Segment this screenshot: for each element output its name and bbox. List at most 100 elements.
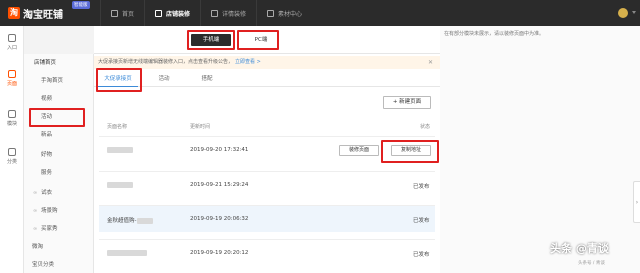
top-nav-material-center[interactable]: 素材中心 <box>256 0 312 26</box>
side-menu-item-mobile-home[interactable]: 手淘首页 <box>24 74 94 89</box>
mobile-device-tab[interactable]: 手机端 <box>191 34 231 46</box>
page-icon <box>8 70 16 78</box>
table-row[interactable]: 2019-09-20 17:32:41 装修页面 复制地址 <box>99 136 435 163</box>
taobao-logo-icon: 淘 <box>8 7 20 19</box>
shop-icon <box>155 9 163 17</box>
rail-label: 页面 <box>6 81 17 87</box>
side-menu-label: 微淘 <box>32 244 44 250</box>
side-menu-baby-category[interactable]: 宝贝分类 <box>24 258 94 273</box>
rail-item-page[interactable]: 页面 <box>0 66 24 94</box>
column-header-time: 更新时间 <box>190 124 211 130</box>
left-rail: 入口 页面 模块 分类 <box>0 26 24 273</box>
category-icon <box>8 148 16 156</box>
row-status: 已发布 <box>413 184 430 190</box>
rail-label: 分类 <box>6 159 17 165</box>
notice-bar: 大促承接页新增无线端编辑器装修入口，点击查看升级公告， 立即查看 > ✕ <box>94 56 440 69</box>
rail-item-module[interactable]: 模块 <box>0 106 24 134</box>
table-row[interactable]: 2019-09-19 20:20:12 已发布 <box>99 239 435 266</box>
row-status: 已发布 <box>413 218 430 224</box>
person-icon <box>8 34 16 42</box>
side-menu-label: 服务 <box>41 170 53 176</box>
redacted-name <box>107 147 133 153</box>
notice-link[interactable]: 立即查看 > <box>235 59 261 65</box>
top-nav: 首页 店铺装修 详情装修 素材中心 <box>100 0 312 26</box>
logo[interactable]: 淘 淘宝旺铺 <box>8 6 63 21</box>
row-time: 2019-09-21 15:29:24 <box>190 182 249 188</box>
edit-page-button[interactable]: 装修页面 <box>339 145 379 156</box>
side-menu-weitao[interactable]: 微淘 <box>24 240 94 255</box>
page-tabs: 大促承接页 活动 搭配 <box>94 71 440 87</box>
rail-label: 模块 <box>6 121 17 127</box>
redacted-name <box>136 217 153 224</box>
row-name: 金秋超值购- <box>107 216 153 224</box>
side-menu-item-activity[interactable]: 活动 <box>24 110 94 125</box>
side-menu-group-scene[interactable]: ∞ 场景购 <box>24 204 94 219</box>
notice-text: 大促承接页新增无线端编辑器装修入口，点击查看升级公告， <box>98 59 234 65</box>
top-nav-shop-decoration[interactable]: 店铺装修 <box>144 0 200 26</box>
material-icon <box>267 9 275 17</box>
table-row[interactable]: 金秋超值购- 2019-09-19 20:06:32 已发布 <box>99 205 435 232</box>
column-header-name: 页面名称 <box>107 124 128 130</box>
column-header-status: 状态 <box>420 124 431 130</box>
new-page-button[interactable]: + 新建页面 <box>383 96 431 109</box>
side-menu-label: 买家秀 <box>41 226 58 232</box>
preview-note: 在有部分模块未展示，请以装修页面中为准。 <box>444 31 545 37</box>
side-menu-label: 活动 <box>41 114 53 120</box>
chevron-down-icon[interactable] <box>632 11 636 14</box>
module-icon <box>8 110 16 118</box>
home-icon <box>111 9 118 17</box>
top-nav-home[interactable]: 首页 <box>100 0 144 26</box>
redacted-name <box>107 182 133 188</box>
link-icon: ∞ <box>33 226 38 232</box>
top-nav-label: 详情装修 <box>222 10 247 18</box>
main-content: 大促承接页新增无线端编辑器装修入口，点击查看升级公告， 立即查看 > ✕ 大促承接… <box>94 54 440 273</box>
row-status: 已发布 <box>413 252 430 258</box>
side-menu-item-goods[interactable]: 好物 <box>24 148 94 163</box>
redacted-name <box>107 250 147 256</box>
rail-item-category[interactable]: 分类 <box>0 144 24 172</box>
tab-bundle[interactable]: 搭配 <box>195 71 219 87</box>
table-header: 页面名称 更新时间 状态 <box>94 120 440 132</box>
avatar[interactable] <box>618 8 628 18</box>
row-name <box>107 147 133 154</box>
row-time: 2019-09-20 17:32:41 <box>190 147 249 153</box>
device-switch-bar: 手机端 PC端 <box>94 26 440 54</box>
side-menu-item-video[interactable]: 视频 <box>24 92 94 107</box>
side-menu-label: 试衣 <box>41 190 53 196</box>
row-name <box>107 182 133 189</box>
side-menu-item-service[interactable]: 服务 <box>24 166 94 181</box>
pc-device-tab[interactable]: PC端 <box>247 34 275 46</box>
row-name <box>107 250 147 257</box>
link-icon: ∞ <box>33 208 38 214</box>
side-menu-item-new[interactable]: 新品 <box>24 128 94 143</box>
watermark: 头条 @青谈 <box>550 242 609 255</box>
row-time: 2019-09-19 20:06:32 <box>190 216 249 222</box>
side-menu-label: 好物 <box>41 152 53 158</box>
side-menu-label: 店铺首页 <box>34 60 57 66</box>
top-nav-label: 素材中心 <box>278 10 303 18</box>
link-icon: ∞ <box>33 190 38 196</box>
version-badge: 智能版 <box>72 1 90 9</box>
top-bar: 淘 淘宝旺铺 智能版 首页 店铺装修 详情装修 素材中心 <box>0 0 640 26</box>
side-menu-shop-home[interactable]: 店铺首页 <box>24 56 94 71</box>
brand-name: 淘宝旺铺 <box>23 9 63 21</box>
chevron-right-icon[interactable]: › <box>633 181 640 223</box>
rail-label: 入口 <box>6 45 17 51</box>
watermark-sub: 头条号 / 青谈 <box>578 261 605 266</box>
side-menu-label: 宝贝分类 <box>32 262 55 268</box>
side-menu-group-tryon[interactable]: ∞ 试衣 <box>24 186 94 201</box>
top-nav-detail-decoration[interactable]: 详情装修 <box>200 0 256 26</box>
side-menu-label: 手淘首页 <box>41 78 64 84</box>
row-time: 2019-09-19 20:20:12 <box>190 250 249 256</box>
tab-activity[interactable]: 活动 <box>152 71 176 87</box>
side-menu-label: 视频 <box>41 96 53 102</box>
right-panel: 在有部分模块未展示，请以装修页面中为准。 › <box>440 26 640 273</box>
copy-url-button[interactable]: 复制地址 <box>391 145 431 156</box>
top-nav-label: 店铺装修 <box>166 10 191 18</box>
side-menu-group-buyer-show[interactable]: ∞ 买家秀 <box>24 222 94 237</box>
rail-item-entry[interactable]: 入口 <box>0 30 24 58</box>
side-menu: 店铺首页 手淘首页 视频 活动 新品 好物 服务 ∞ 试衣 ∞ 场景购 ∞ 买家秀 微… <box>24 54 94 273</box>
table-row[interactable]: 2019-09-21 15:29:24 已发布 <box>99 171 435 198</box>
tab-promo-landing[interactable]: 大促承接页 <box>98 71 138 87</box>
close-icon[interactable]: ✕ <box>428 56 433 69</box>
